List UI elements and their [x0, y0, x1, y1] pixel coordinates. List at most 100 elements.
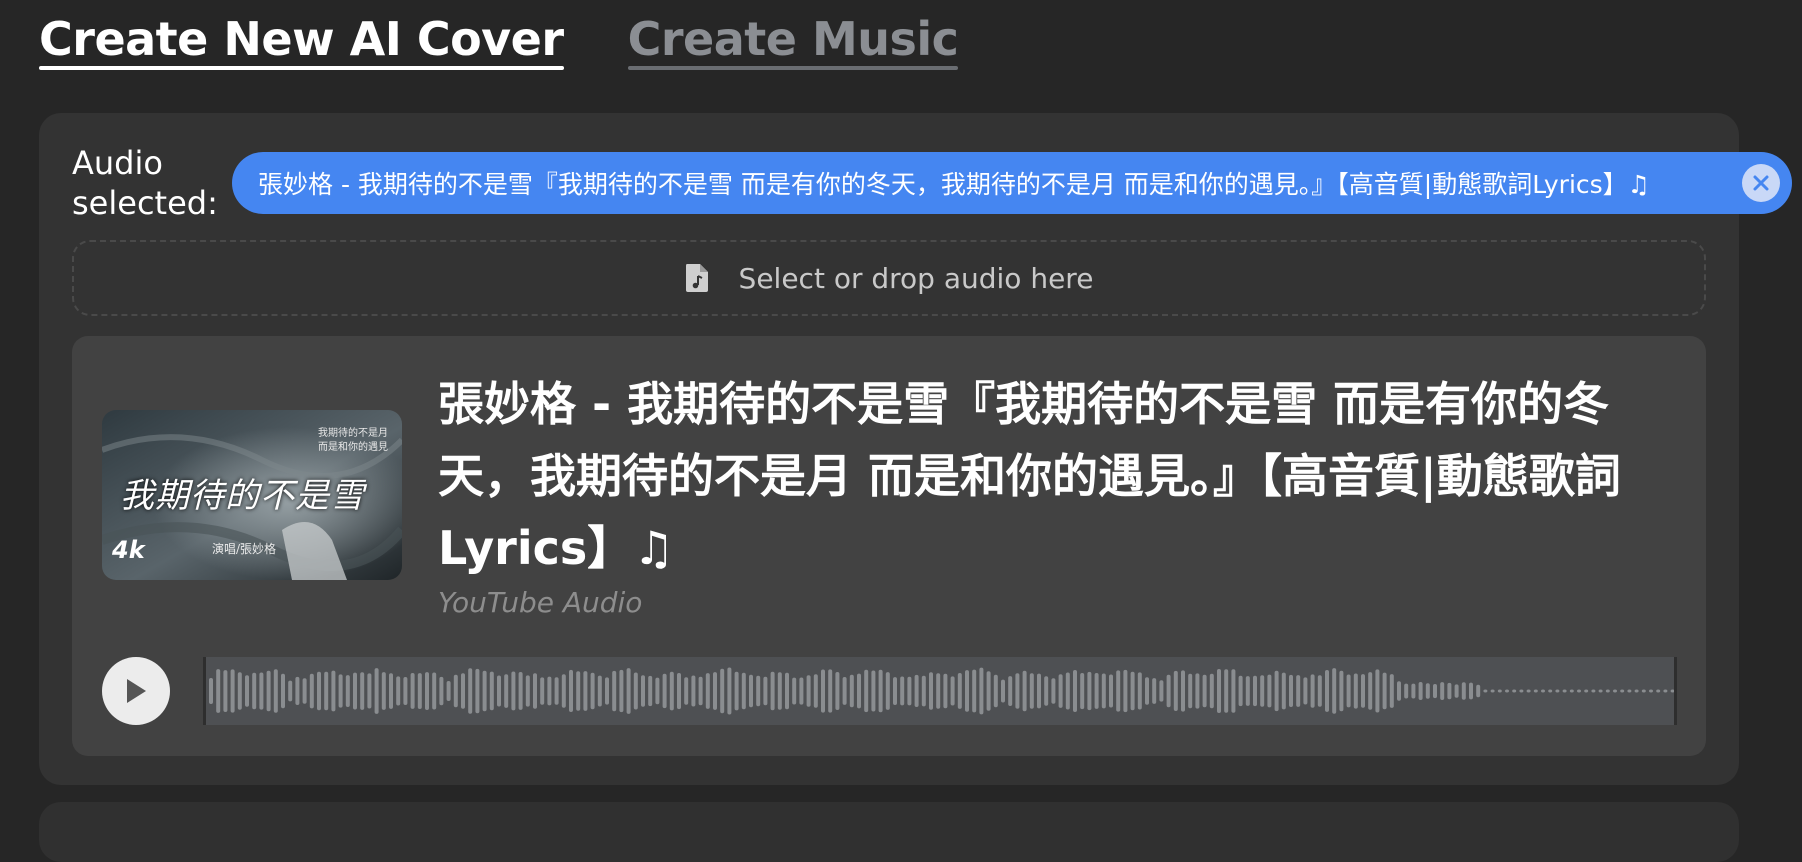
- waveform-left-edge: [203, 657, 206, 725]
- waveform-bar: [1253, 675, 1257, 707]
- waveform-bar: [1209, 673, 1214, 709]
- waveform-bar: [1303, 677, 1308, 705]
- waveform-bar: [1519, 689, 1524, 693]
- waveform-bar: [648, 675, 653, 707]
- waveform-bar: [1577, 689, 1581, 693]
- waveform-bar: [669, 671, 674, 711]
- close-icon: [1753, 175, 1769, 191]
- track-source: YouTube Audio: [438, 586, 643, 619]
- waveform-bar: [1224, 669, 1229, 713]
- waveform-bar: [713, 672, 717, 710]
- waveform-bar: [698, 676, 703, 706]
- waveform-bar: [1368, 672, 1373, 710]
- waveform-bar: [295, 676, 300, 705]
- audio-selected-label: Audio selected:: [72, 143, 218, 223]
- waveform-bar: [633, 672, 638, 710]
- waveform-bar: [662, 673, 667, 709]
- waveform-bar: [1411, 683, 1416, 699]
- waveform-bar: [792, 677, 797, 705]
- waveform-bar: [734, 671, 739, 711]
- waveform-bar: [554, 677, 559, 705]
- waveform[interactable]: [203, 657, 1677, 725]
- waveform-bar: [1296, 675, 1301, 707]
- waveform-bar: [612, 670, 617, 712]
- waveform-bar: [576, 671, 581, 711]
- tab-active-underline: [39, 66, 564, 70]
- waveform-bar: [1339, 670, 1344, 712]
- tab-create-music[interactable]: Create Music: [627, 0, 959, 70]
- waveform-bar: [410, 673, 415, 709]
- waveform-bar: [1476, 684, 1481, 698]
- audio-dropzone[interactable]: Select or drop audio here: [72, 240, 1706, 316]
- play-button[interactable]: [102, 657, 170, 725]
- waveform-bar: [835, 672, 840, 710]
- waveform-bar: [569, 669, 573, 712]
- waveform-bar: [914, 674, 919, 707]
- waveform-bar: [1447, 682, 1452, 700]
- waveform-bar: [367, 673, 372, 709]
- waveform-bar: [705, 673, 710, 709]
- waveform-bar: [770, 671, 775, 711]
- waveform-bar: [691, 675, 696, 707]
- waveform-bar: [1325, 670, 1329, 712]
- waveform-bar: [821, 669, 825, 713]
- waveform-bar: [641, 675, 645, 707]
- waveform-bar: [1051, 678, 1056, 704]
- waveform-bar: [468, 668, 473, 714]
- waveform-bar: [281, 673, 285, 709]
- waveform-bar: [1231, 669, 1236, 713]
- waveform-bar: [1188, 673, 1193, 709]
- waveform-bar: [993, 674, 998, 708]
- waveform-bar: [1065, 672, 1070, 710]
- waveform-bar: [1649, 689, 1653, 693]
- waveform-bar: [1245, 676, 1250, 706]
- waveform-bar: [1173, 670, 1178, 711]
- waveform-bar: [720, 668, 725, 714]
- waveform-bar: [1281, 672, 1286, 710]
- waveform-bar: [1008, 676, 1013, 706]
- waveform-bar: [1548, 689, 1553, 693]
- tab-create-ai-cover[interactable]: Create New AI Cover: [39, 0, 564, 70]
- waveform-bar: [273, 669, 278, 713]
- waveform-bar: [1634, 689, 1639, 693]
- remove-audio-button[interactable]: [1742, 164, 1780, 202]
- waveform-bar: [1440, 682, 1445, 700]
- waveform-bar: [1181, 670, 1185, 712]
- waveform-bar: [1260, 675, 1265, 707]
- track-title: 張妙格 - 我期待的不是雪『我期待的不是雪 而是有你的冬天，我期待的不是月 而是…: [438, 377, 1621, 575]
- waveform-bar: [1613, 689, 1617, 693]
- waveform-bar: [331, 670, 336, 712]
- waveform-bar: [209, 678, 213, 704]
- waveform-bar: [1461, 682, 1466, 700]
- waveform-bar: [504, 674, 509, 708]
- audio-file-icon: [685, 264, 708, 292]
- tab-create-music-label: Create Music: [627, 12, 959, 66]
- waveform-bar: [1217, 669, 1221, 713]
- waveform-bar: [849, 674, 854, 708]
- waveform-bar: [345, 675, 350, 707]
- waveform-bar: [1497, 689, 1502, 693]
- waveform-bar: [885, 672, 890, 710]
- waveform-bar: [1015, 673, 1020, 709]
- waveform-bar: [1101, 673, 1106, 709]
- waveform-bar: [453, 674, 458, 708]
- waveform-bar: [1418, 682, 1423, 700]
- waveform-bar: [1541, 689, 1545, 693]
- waveform-bar: [396, 676, 401, 706]
- waveform-bar: [518, 672, 523, 710]
- waveform-bar: [777, 672, 782, 710]
- thumbnail-logo: 4k: [112, 536, 145, 564]
- waveform-bar: [461, 673, 465, 709]
- waveform-bar: [1526, 689, 1531, 693]
- play-icon: [127, 679, 146, 703]
- waveform-bar: [1584, 689, 1589, 693]
- waveform-bar: [237, 672, 242, 710]
- waveform-bar: [936, 673, 941, 709]
- waveform-bar: [245, 675, 249, 707]
- waveform-bar: [878, 669, 883, 713]
- waveform-bar: [605, 677, 609, 705]
- waveform-bar: [223, 670, 228, 712]
- waveform-bar: [1202, 674, 1207, 708]
- waveform-bar: [684, 677, 689, 705]
- waveform-bar: [1145, 677, 1149, 705]
